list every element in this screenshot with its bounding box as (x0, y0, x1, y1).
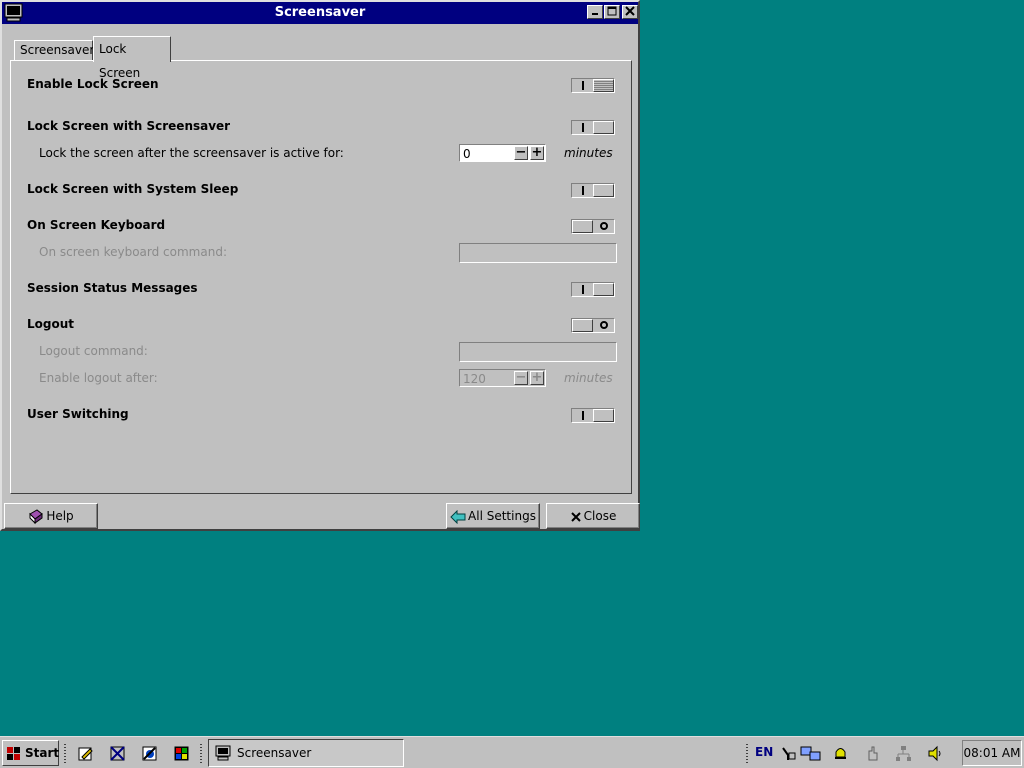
paint-icon[interactable] (173, 745, 190, 762)
bell-icon[interactable] (832, 745, 849, 762)
taskbar-separator (200, 743, 202, 763)
logout-after-value[interactable]: 120 (463, 372, 486, 386)
tab-lock-screen[interactable]: Lock Screen (93, 36, 171, 80)
lock-delay-label: Lock the screen after the screensaver is… (39, 146, 344, 160)
lock-with-screensaver-label: Lock Screen with Screensaver (27, 119, 231, 133)
decrement-button[interactable]: − (514, 371, 528, 385)
start-button[interactable]: Start (2, 740, 59, 766)
editor-icon[interactable] (77, 745, 94, 762)
tab-screensaver[interactable]: Screensaver (14, 40, 94, 60)
logout-after-label: Enable logout after: (39, 371, 158, 385)
close-x-icon (570, 511, 581, 522)
tools-icon[interactable] (141, 745, 158, 762)
help-book-icon (29, 508, 44, 524)
maximize-icon (607, 6, 617, 16)
lock-with-screensaver-toggle[interactable] (571, 120, 615, 135)
monitor-icon (215, 745, 231, 761)
increment-button[interactable]: + (530, 146, 544, 160)
arrow-left-icon (450, 509, 466, 524)
taskbar-item-label: Screensaver (237, 746, 312, 760)
network-computers-icon[interactable] (800, 745, 822, 762)
lock-delay-units: minutes (564, 146, 613, 160)
taskbar: Start Screensaver EN 08:01 AM (0, 736, 1024, 768)
enable-lock-screen-toggle[interactable] (571, 78, 615, 93)
start-logo-icon (7, 747, 20, 760)
network-cable-icon[interactable] (780, 745, 797, 762)
logout-after-units: minutes (564, 371, 613, 385)
lock-delay-value[interactable]: 0 (463, 147, 471, 161)
all-settings-label: All Settings (468, 509, 536, 523)
keyboard-command-label: On screen keyboard command: (39, 245, 227, 259)
close-window-button[interactable] (622, 5, 638, 19)
close-button-label: Close (583, 509, 617, 523)
logout-command-label: Logout command: (39, 344, 148, 358)
on-screen-keyboard-toggle[interactable] (571, 219, 615, 234)
title-bar[interactable]: Screensaver (2, 2, 638, 24)
maximize-button[interactable] (604, 5, 620, 19)
clock[interactable]: 08:01 AM (962, 740, 1022, 766)
all-settings-button[interactable]: All Settings (446, 503, 540, 529)
taskbar-item-screensaver[interactable]: Screensaver (208, 739, 404, 767)
hand-pointer-icon[interactable] (864, 745, 881, 762)
keyboard-command-field[interactable] (459, 243, 617, 263)
language-indicator[interactable]: EN (755, 745, 773, 759)
taskbar-separator (64, 743, 66, 763)
decrement-button[interactable]: − (514, 146, 528, 160)
tray-separator (746, 743, 748, 763)
lock-with-sleep-label: Lock Screen with System Sleep (27, 182, 239, 196)
session-status-label: Session Status Messages (27, 281, 198, 295)
window-title: Screensaver (274, 5, 366, 20)
close-icon (625, 6, 635, 16)
grid-app-icon[interactable] (109, 745, 126, 762)
volume-icon[interactable] (927, 745, 944, 762)
minimize-icon (592, 13, 598, 15)
logout-after-stepper[interactable]: 120 − + (459, 369, 546, 387)
network-tree-icon[interactable] (895, 745, 912, 762)
on-screen-keyboard-label: On Screen Keyboard (27, 218, 166, 232)
session-status-toggle[interactable] (571, 282, 615, 297)
lock-with-sleep-toggle[interactable] (571, 183, 615, 198)
logout-toggle[interactable] (571, 318, 615, 333)
minimize-button[interactable] (587, 5, 603, 19)
screensaver-window: Screensaver Screensaver Lock Screen Enab… (0, 0, 640, 531)
lock-delay-stepper[interactable]: 0 − + (459, 144, 546, 162)
logout-command-field[interactable] (459, 342, 617, 362)
user-switching-label: User Switching (27, 407, 129, 421)
close-button[interactable]: Close (546, 503, 640, 529)
help-button-label: Help (46, 509, 74, 523)
start-label: Start (25, 746, 60, 760)
help-button[interactable]: Help (4, 503, 98, 529)
increment-button[interactable]: + (530, 371, 544, 385)
logout-label: Logout (27, 317, 75, 331)
user-switching-toggle[interactable] (571, 408, 615, 423)
